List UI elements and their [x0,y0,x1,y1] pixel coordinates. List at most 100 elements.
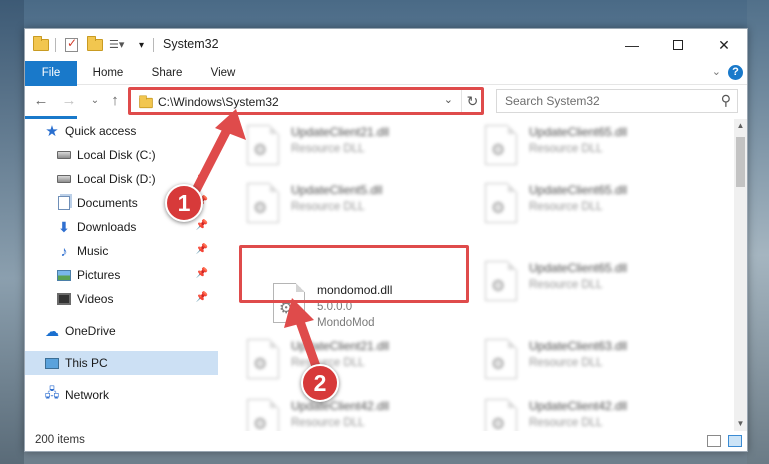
sidebar-item-this-pc[interactable]: This PC [25,351,218,375]
maximize-icon [673,40,683,50]
music-icon: ♪ [60,243,68,259]
pin-icon: 📌 [195,292,208,303]
expand-ribbon-icon[interactable]: ⌄ [712,65,721,78]
sidebar-item-pictures[interactable]: Pictures 📌 [25,263,218,287]
sidebar-item-label: Network [65,388,110,402]
ribbon: File Home Share View ⌄ ? [25,61,747,121]
maximize-button[interactable] [655,29,701,61]
sidebar-item-label: Documents [77,196,138,210]
sidebar-item-label: Music [77,244,109,258]
step-1-badge: 1 [165,184,203,222]
sidebar-item-onedrive[interactable]: ☁ OneDrive [25,319,218,343]
sidebar-item-label: OneDrive [65,324,116,338]
file-type: Resource DLL [291,201,365,213]
sidebar-item-label: Local Disk (C:) [77,148,156,162]
file-name: UpdateClient65.dll [529,125,628,139]
title-separator [153,37,154,53]
properties-check-icon[interactable] [65,36,78,53]
dll-file-icon: ⚙ [247,399,279,431]
close-icon: ✕ [718,36,730,53]
documents-icon [57,196,71,210]
file-company: MondoMod [317,317,375,329]
minimize-button[interactable]: — [609,29,655,61]
file-version: 5.0.0.0 [317,301,353,313]
scroll-up-icon[interactable]: ▲ [734,119,747,133]
search-input[interactable] [505,94,705,108]
file-type: Resource DLL [529,417,603,429]
tab-share[interactable]: Share [143,61,191,85]
large-icons-view-icon[interactable] [728,435,742,447]
desktop-background-right [747,0,769,464]
sidebar-item-music[interactable]: ♪ Music 📌 [25,239,218,263]
file-name: UpdateClient65.dll [529,261,628,275]
file-name: UpdateClient5.dll [291,183,383,197]
dll-file-icon: ⚙ [485,339,517,379]
file-list: ⚙ UpdateClient21.dll Resource DLL ⚙ Upda… [219,119,734,431]
file-name: UpdateClient65.dll [529,183,628,197]
toolbar-separator [55,37,56,53]
file-item[interactable]: ⚙ UpdateClient42.dll Resource DLL [239,393,464,431]
sidebar-item-label: Local Disk (D:) [77,172,156,186]
close-button[interactable]: ✕ [701,29,747,61]
dll-file-icon: ⚙ [247,339,279,379]
dll-file-icon: ⚙ [485,261,517,301]
customize-quick-access-icon[interactable]: ☰▾ [109,37,127,53]
details-view-icon[interactable] [707,435,721,447]
dll-file-icon: ⚙ [273,283,305,323]
pin-icon: 📌 [195,268,208,279]
star-icon: ★ [45,123,59,140]
file-item[interactable]: ⚙ UpdateClient65.dll Resource DLL [477,177,702,237]
address-folder-icon [139,95,153,109]
forward-button[interactable]: → [59,91,79,111]
file-item[interactable]: ⚙ UpdateClient5.dll Resource DLL [239,177,464,237]
sidebar-item-label: Videos [77,292,114,306]
file-type: Resource DLL [291,417,365,429]
this-pc-icon [45,356,59,370]
tab-home[interactable]: Home [85,61,131,85]
file-type: Resource DLL [529,279,603,291]
file-name: UpdateClient42.dll [529,399,628,413]
file-type: Resource DLL [291,143,365,155]
sidebar-item-local-disk-c[interactable]: Local Disk (C:) [25,143,218,167]
back-button[interactable]: ← [31,91,51,111]
file-item[interactable]: ⚙ UpdateClient63.dll Resource DLL [477,333,702,393]
file-item[interactable]: ⚙ UpdateClient65.dll Resource DLL [477,119,702,179]
status-bar: 200 items [25,431,747,451]
search-box[interactable]: ⚲ [496,89,738,113]
scrollbar-thumb[interactable] [736,137,745,187]
up-button[interactable]: ↑ [105,91,125,111]
dll-file-icon: ⚙ [485,125,517,165]
file-item[interactable]: ⚙ UpdateClient65.dll Resource DLL [477,255,702,315]
file-item[interactable]: ⚙ UpdateClient21.dll Resource DLL [239,333,464,393]
sidebar-item-quick-access[interactable]: ★ Quick access [25,119,218,143]
step-2-badge: 2 [301,364,339,402]
sidebar-item-label: This PC [65,356,108,370]
help-icon[interactable]: ? [728,65,743,80]
file-type: Resource DLL [529,143,603,155]
file-name: UpdateClient21.dll [291,339,390,353]
new-folder-icon[interactable] [87,36,103,53]
sidebar-item-label: Pictures [77,268,121,282]
address-dropdown-icon[interactable]: ⌄ [444,93,453,106]
pictures-icon [57,268,71,282]
file-explorer-window: ☰▾ ▾ System32 — ✕ File Home Share View ⌄… [24,28,748,452]
sidebar-item-network[interactable]: 🖧 Network [25,383,218,407]
quick-access-dropdown-icon[interactable]: ▾ [139,37,144,53]
drive-icon [57,172,71,186]
sidebar-item-videos[interactable]: Videos 📌 [25,287,218,311]
file-item[interactable]: ⚙ UpdateClient21.dll Resource DLL [239,119,464,179]
file-type: Resource DLL [529,201,603,213]
recent-locations-dropdown[interactable]: ⌄ [85,91,105,111]
scroll-down-icon[interactable]: ▼ [734,417,747,431]
file-item-mondomod[interactable]: ⚙ mondomod.dll 5.0.0.0 MondoMod [265,277,490,337]
dll-file-icon: ⚙ [247,125,279,165]
sidebar-item-label: Quick access [65,124,137,138]
minimize-icon: — [625,37,639,53]
address-bar[interactable]: C:\Windows\System32 ⌄ ↻ [129,89,484,113]
vertical-scrollbar[interactable]: ▲ ▼ [734,119,747,431]
pin-icon: 📌 [195,220,208,231]
tab-view[interactable]: View [201,61,245,85]
refresh-button[interactable]: ↻ [461,90,483,112]
file-item[interactable]: ⚙ UpdateClient42.dll Resource DLL [477,393,702,431]
title-bar: ☰▾ ▾ System32 — ✕ [25,29,747,61]
